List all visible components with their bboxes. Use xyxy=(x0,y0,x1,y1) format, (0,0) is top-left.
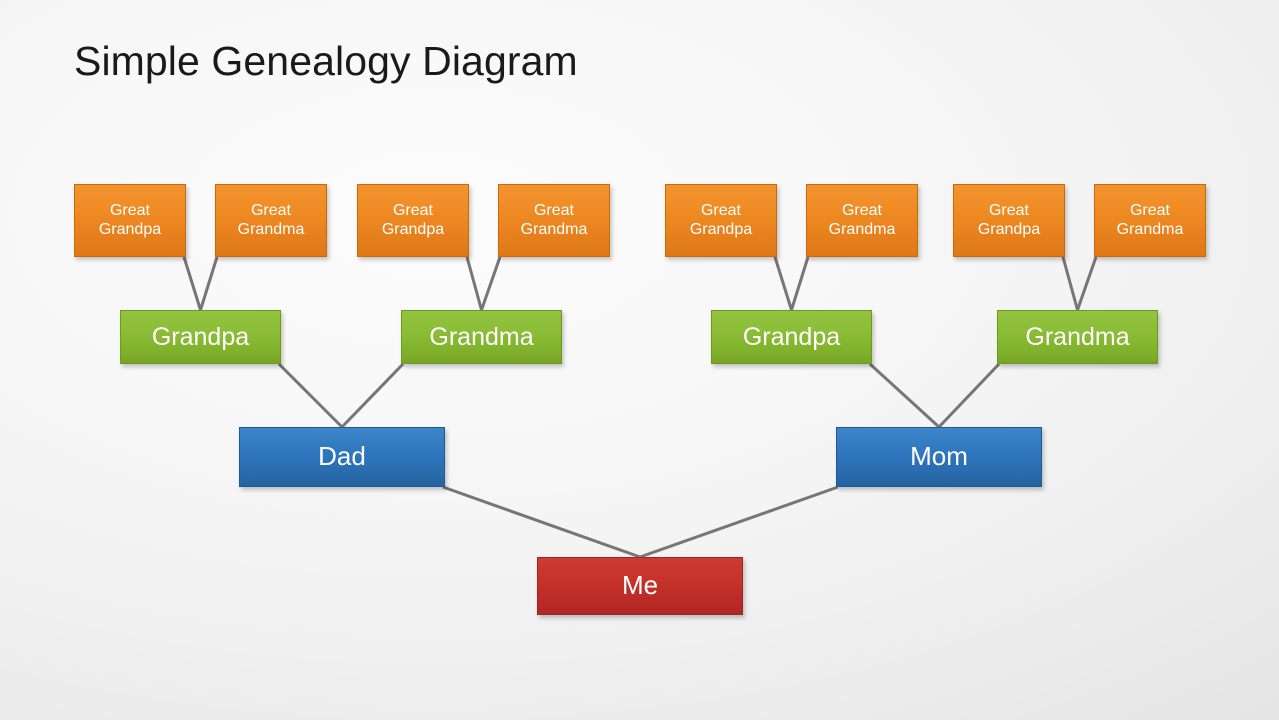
node-label: Great Grandma xyxy=(237,202,305,238)
connector-ggm1-to-gp1 xyxy=(199,256,219,311)
connector-gp2-to-mom xyxy=(868,362,941,429)
node-label: Great Grandma xyxy=(828,202,896,238)
connector-gm1-to-dad xyxy=(340,362,405,429)
connector-ggp2-to-gm1 xyxy=(465,256,483,311)
node-label: Great Grandma xyxy=(520,202,588,238)
node-label: Dad xyxy=(318,441,366,472)
node-great-grandparent-ggp4[interactable]: Great Grandpa xyxy=(953,184,1065,257)
node-parent-dad[interactable]: Dad xyxy=(239,427,445,487)
connector-mom-to-me xyxy=(639,485,839,559)
node-great-grandparent-ggm3[interactable]: Great Grandma xyxy=(806,184,918,257)
node-label: Mom xyxy=(910,441,968,472)
connector-ggp3-to-gp2 xyxy=(773,256,793,311)
connector-ggm2-to-gm1 xyxy=(480,256,502,311)
connector-ggp1-to-gp1 xyxy=(182,256,202,311)
node-label: Great Grandpa xyxy=(977,202,1041,238)
node-label: Grandma xyxy=(1025,322,1130,351)
node-label: Grandma xyxy=(429,322,534,351)
connector-ggm3-to-gp2 xyxy=(790,256,810,311)
node-great-grandparent-ggp2[interactable]: Great Grandpa xyxy=(357,184,469,257)
node-self-me[interactable]: Me xyxy=(537,557,743,615)
connector-gm2-to-mom xyxy=(937,362,1001,429)
node-parent-mom[interactable]: Mom xyxy=(836,427,1042,487)
node-label: Great Grandma xyxy=(1116,202,1184,238)
node-great-grandparent-ggm4[interactable]: Great Grandma xyxy=(1094,184,1206,257)
node-label: Grandpa xyxy=(151,322,250,351)
node-grandparent-gp2[interactable]: Grandpa xyxy=(711,310,872,364)
node-great-grandparent-ggp1[interactable]: Great Grandpa xyxy=(74,184,186,257)
node-grandparent-gm2[interactable]: Grandma xyxy=(997,310,1158,364)
node-label: Great Grandpa xyxy=(381,202,445,238)
node-label: Great Grandpa xyxy=(98,202,162,238)
node-great-grandparent-ggp3[interactable]: Great Grandpa xyxy=(665,184,777,257)
slide-canvas: Simple Genealogy Diagram Great Grandpa Gr… xyxy=(0,0,1279,720)
node-great-grandparent-ggm2[interactable]: Great Grandma xyxy=(498,184,610,257)
node-label: Grandpa xyxy=(742,322,841,351)
connector-ggm4-to-gm2 xyxy=(1076,256,1098,311)
connector-gp1-to-dad xyxy=(277,362,344,429)
connector-dad-to-me xyxy=(442,485,641,559)
connector-ggp4-to-gm2 xyxy=(1061,256,1079,311)
node-label: Great Grandpa xyxy=(689,202,753,238)
node-grandparent-gm1[interactable]: Grandma xyxy=(401,310,562,364)
node-great-grandparent-ggm1[interactable]: Great Grandma xyxy=(215,184,327,257)
node-grandparent-gp1[interactable]: Grandpa xyxy=(120,310,281,364)
node-label: Me xyxy=(621,570,659,601)
